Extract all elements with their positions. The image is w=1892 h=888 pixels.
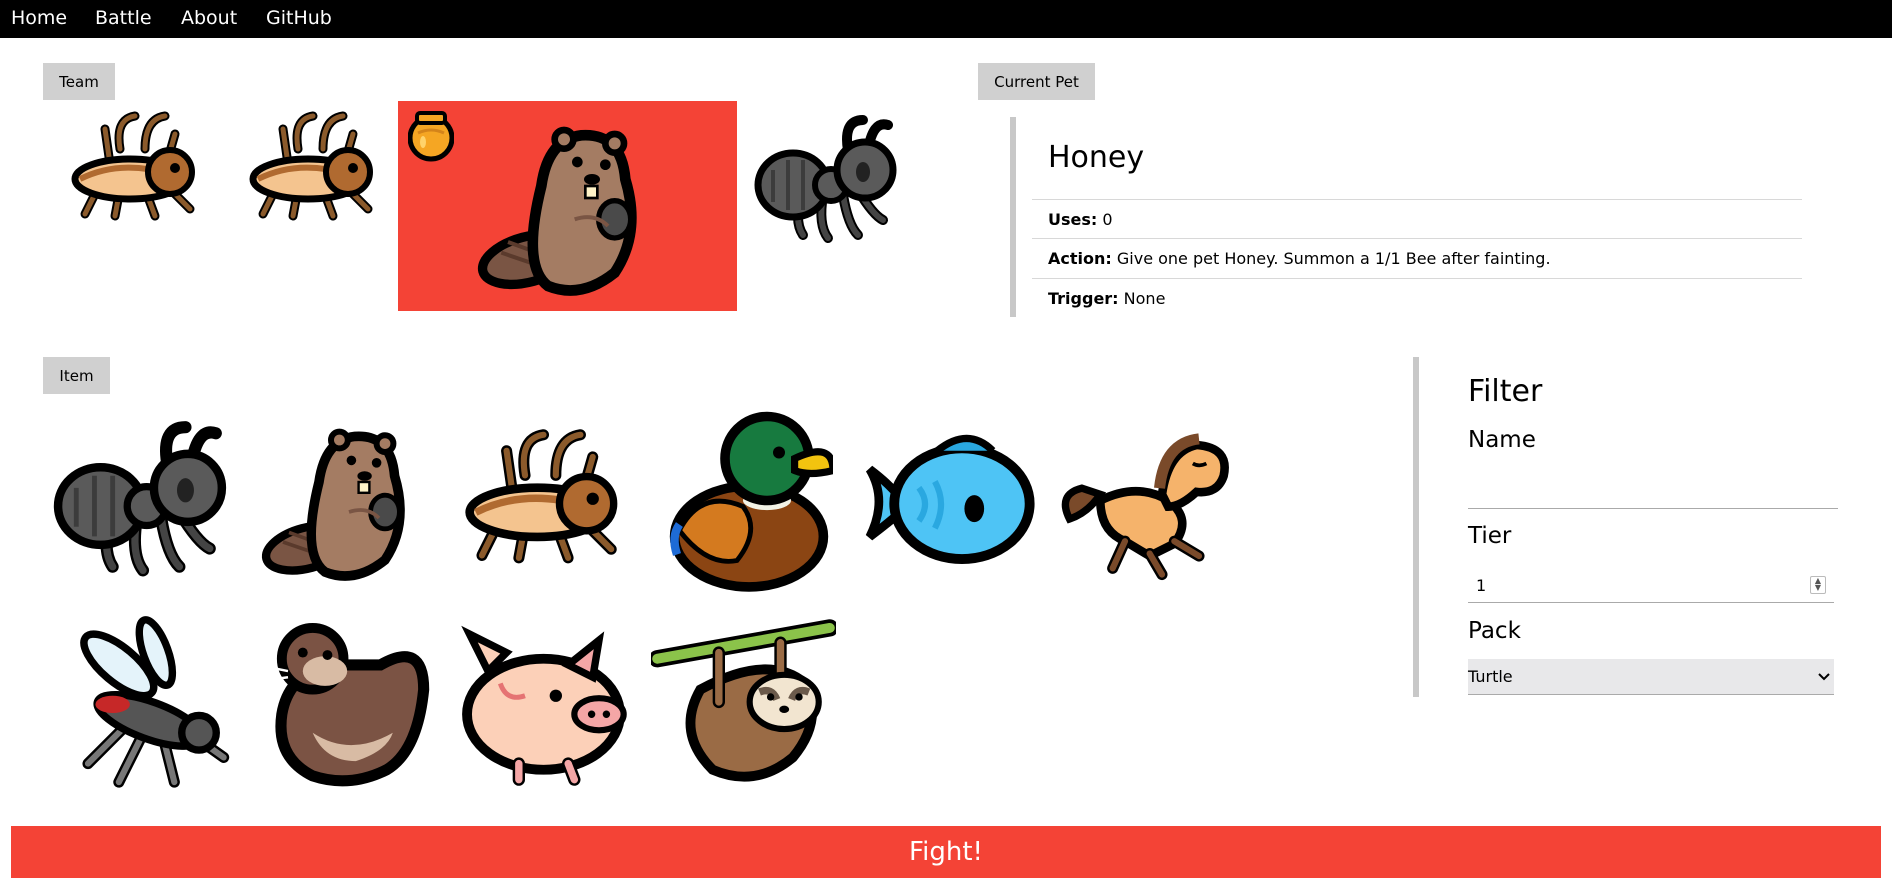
tier-stepper[interactable]: ▲ ▼: [1810, 576, 1826, 594]
nav-github[interactable]: GitHub: [266, 0, 332, 36]
tier-value: 1: [1476, 575, 1487, 595]
current-pet-name: Honey: [1048, 140, 1145, 175]
uses-value: 0: [1102, 210, 1113, 229]
team-slot-2[interactable]: [230, 101, 395, 236]
chevron-down-icon: [1818, 672, 1830, 680]
pool-pet-duck[interactable]: [648, 400, 838, 600]
current-pet-panel-bar: [1010, 117, 1016, 317]
pool-pet-sloth[interactable]: [648, 612, 838, 797]
filter-panel-bar: [1413, 357, 1419, 697]
sloth-icon: [651, 615, 836, 795]
otter-icon: [251, 615, 436, 795]
team-slot-3-selected[interactable]: [398, 101, 737, 311]
pool-pet-ant[interactable]: [48, 410, 238, 590]
beaver-icon: [253, 410, 433, 590]
team-slot-1[interactable]: [52, 101, 217, 236]
ant-icon: [52, 415, 234, 585]
current-pet-button[interactable]: Current Pet: [978, 63, 1095, 100]
team-button[interactable]: Team: [43, 63, 115, 100]
action-label: Action:: [1048, 249, 1112, 268]
pool-pet-beaver[interactable]: [248, 410, 438, 590]
pig-icon: [451, 620, 636, 790]
name-label: Name: [1468, 427, 1536, 453]
nav-home[interactable]: Home: [11, 0, 67, 36]
pool-pet-fish[interactable]: [848, 410, 1038, 590]
tier-input[interactable]: 1 ▲ ▼: [1468, 568, 1834, 603]
uses-label: Uses:: [1048, 210, 1098, 229]
trigger-label: Trigger:: [1048, 289, 1119, 308]
honey-item-icon: [408, 109, 454, 163]
pet-trigger-row: Trigger: None: [1032, 278, 1802, 317]
tier-label: Tier: [1468, 523, 1512, 549]
pool-pet-pig[interactable]: [448, 612, 638, 797]
action-value: Give one pet Honey. Summon a 1/1 Bee aft…: [1116, 249, 1551, 268]
nav-about[interactable]: About: [181, 0, 237, 36]
pet-action-row: Action: Give one pet Honey. Summon a 1/1…: [1032, 238, 1802, 277]
nav-battle[interactable]: Battle: [95, 0, 152, 36]
pack-value: Turtle: [1468, 667, 1513, 686]
pool-pet-mosquito[interactable]: [48, 612, 238, 797]
team-slot-4[interactable]: [750, 110, 905, 250]
pool-pet-cricket[interactable]: [448, 410, 638, 590]
pack-label: Pack: [1468, 618, 1521, 644]
pack-select[interactable]: Turtle: [1468, 659, 1834, 695]
filter-title: Filter: [1468, 374, 1543, 409]
trigger-value: None: [1123, 289, 1166, 308]
beaver-icon: [468, 106, 668, 306]
pool-pet-otter[interactable]: [248, 612, 438, 797]
cricket-icon: [238, 104, 388, 234]
pool-pet-horse[interactable]: [1048, 410, 1238, 590]
fish-icon: [851, 420, 1036, 580]
duck-icon: [653, 403, 833, 598]
name-input[interactable]: [1468, 470, 1838, 509]
mosquito-icon: [51, 615, 236, 795]
pet-uses-row: Uses: 0: [1032, 199, 1802, 238]
item-button[interactable]: Item: [43, 357, 110, 394]
fight-button[interactable]: Fight!: [11, 826, 1881, 878]
ant-icon: [753, 110, 903, 250]
top-nav: Home Battle About GitHub: [0, 0, 1892, 38]
horse-icon: [1051, 418, 1236, 583]
cricket-icon: [451, 420, 636, 580]
cricket-icon: [60, 104, 210, 234]
